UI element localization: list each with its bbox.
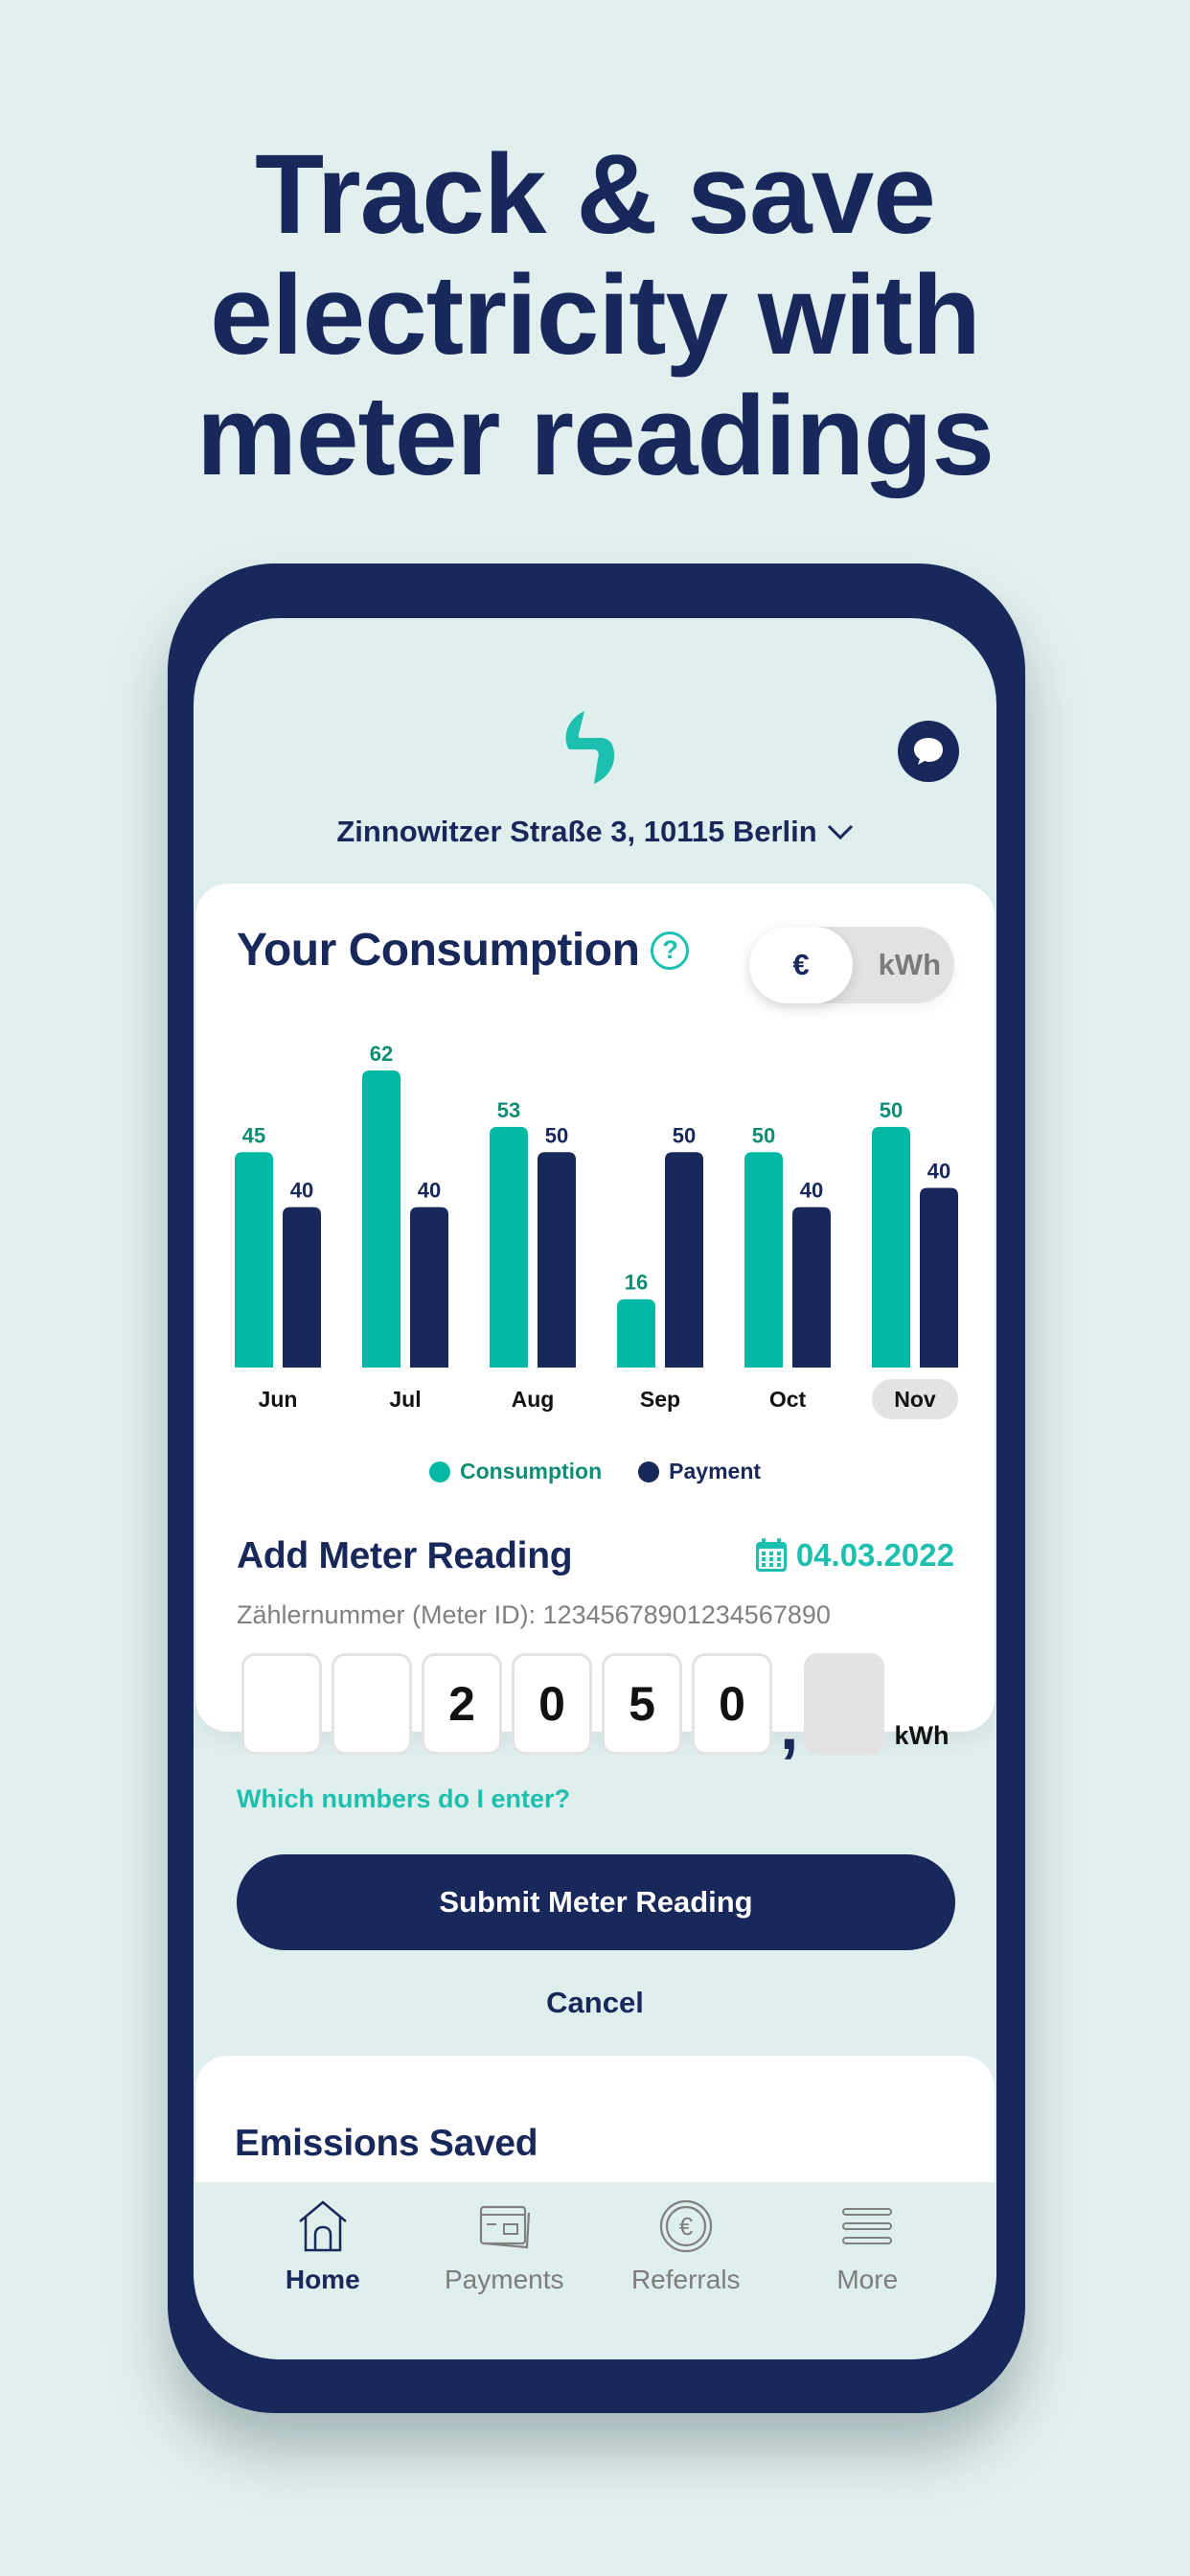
calendar-icon	[755, 1538, 787, 1572]
tab-referrals[interactable]: € Referrals	[605, 2182, 767, 2359]
legend-item-consumption: Consumption	[428, 1459, 603, 1484]
bar-consumption-oct	[744, 1152, 783, 1368]
submit-meter-reading-button[interactable]: Submit Meter Reading	[237, 1854, 955, 1950]
headline-line-1: Track & save	[255, 131, 936, 258]
euro-coin-icon: €	[659, 2197, 713, 2255]
bar-payment-aug	[538, 1152, 576, 1368]
meter-digit-inputs: 2 0 5 0 , kWh	[241, 1653, 950, 1763]
bar-payment-nov	[920, 1187, 958, 1368]
emissions-title: Emissions Saved	[235, 2123, 538, 2164]
digit-input-4[interactable]: 0	[512, 1653, 592, 1755]
toggle-option-euro[interactable]: €	[749, 927, 853, 1003]
headline: Track & save electricity with meter read…	[0, 134, 1190, 496]
address-selector[interactable]: Zinnowitzer Straße 3, 10115 Berlin	[194, 815, 996, 849]
digit-input-5[interactable]: 5	[602, 1653, 682, 1755]
menu-icon	[840, 2197, 894, 2255]
meter-reading-title: Add Meter Reading	[237, 1535, 573, 1576]
meter-date-picker[interactable]: 04.03.2022	[754, 1537, 954, 1574]
digit-input-1[interactable]	[241, 1653, 322, 1755]
toggle-option-kwh[interactable]: kWh	[879, 927, 941, 1003]
value-label-consumption-nov: 50	[880, 1098, 903, 1122]
decimal-digit-input[interactable]	[804, 1653, 885, 1755]
digit-input-6[interactable]: 0	[692, 1653, 772, 1755]
credit-card-icon	[477, 2197, 531, 2255]
bar-payment-jul	[410, 1207, 448, 1368]
tab-home[interactable]: Home	[241, 2182, 404, 2359]
legend-label-consumption: Consumption	[459, 1459, 603, 1484]
tab-payments[interactable]: Payments	[423, 2182, 585, 2359]
meter-id-label: Zählernummer (Meter ID): 123456789012345…	[237, 1600, 831, 1629]
tab-bar: Home Payments € Referrals More	[194, 2182, 996, 2359]
bar-payment-sep	[665, 1152, 703, 1368]
bar-consumption-jun	[235, 1152, 273, 1368]
value-label-payment-oct: 40	[800, 1179, 823, 1203]
chart-legend: Consumption Payment	[195, 1459, 995, 1484]
x-tick-aug[interactable]: Aug	[512, 1387, 555, 1412]
value-label-payment-nov: 40	[927, 1159, 950, 1183]
tab-more[interactable]: More	[786, 2182, 949, 2359]
value-label-payment-aug: 50	[545, 1123, 568, 1147]
x-tick-jun[interactable]: Jun	[259, 1387, 298, 1412]
value-label-payment-jul: 40	[418, 1179, 441, 1203]
value-label-payment-sep: 50	[673, 1123, 696, 1147]
svg-text:€: €	[679, 2212, 694, 2241]
currency-unit-toggle[interactable]: € kWh	[749, 927, 954, 1003]
legend-item-payment: Payment	[638, 1459, 761, 1484]
consumption-title-row: Your Consumption ?	[237, 924, 690, 977]
x-tick-jul[interactable]: Jul	[389, 1387, 421, 1412]
value-label-consumption-aug: 53	[497, 1098, 520, 1122]
value-label-consumption-jul: 62	[370, 1042, 393, 1066]
question-circle-icon[interactable]: ?	[651, 931, 690, 970]
bar-consumption-jul	[362, 1070, 400, 1368]
meter-date-value: 04.03.2022	[795, 1537, 954, 1573]
tab-referrals-label: Referrals	[630, 2265, 741, 2294]
phone-frame: Zinnowitzer Straße 3, 10115 Berlin Your …	[168, 564, 1025, 2413]
headline-line-2: electricity with	[210, 252, 981, 379]
bolt-logo-icon	[565, 711, 615, 784]
app-screen: Zinnowitzer Straße 3, 10115 Berlin Your …	[194, 618, 996, 2359]
chevron-down-icon	[827, 824, 853, 840]
value-label-consumption-jun: 45	[242, 1123, 265, 1147]
bar-consumption-nov	[872, 1126, 910, 1368]
tab-home-label: Home	[285, 2265, 360, 2294]
which-numbers-link[interactable]: Which numbers do I enter?	[237, 1784, 570, 1814]
legend-dot-consumption	[428, 1460, 450, 1483]
tab-more-label: More	[836, 2265, 899, 2294]
consumption-card: Your Consumption ? € kWh 45 40 Jun 62 40 Jul 5…	[195, 884, 995, 1950]
bar-consumption-aug	[490, 1126, 528, 1368]
digit-input-3[interactable]: 2	[422, 1653, 502, 1755]
legend-label-payment: Payment	[669, 1459, 762, 1484]
digit-input-2[interactable]	[332, 1653, 412, 1755]
x-tick-oct[interactable]: Oct	[769, 1387, 807, 1412]
tab-payments-label: Payments	[445, 2265, 564, 2294]
consumption-title: Your Consumption	[237, 925, 640, 976]
x-tick-sep[interactable]: Sep	[640, 1387, 680, 1412]
value-label-payment-jun: 40	[290, 1179, 313, 1203]
value-label-consumption-oct: 50	[752, 1123, 775, 1147]
bar-payment-oct	[792, 1207, 831, 1368]
bar-consumption-sep	[617, 1299, 655, 1368]
unit-label: kWh	[894, 1721, 950, 1750]
value-label-consumption-sep: 16	[625, 1271, 648, 1295]
home-icon	[296, 2197, 350, 2255]
legend-dot-payment	[638, 1460, 660, 1483]
cancel-button[interactable]: Cancel	[194, 1986, 996, 2020]
bar-payment-jun	[283, 1207, 321, 1368]
chat-bubble-icon	[914, 738, 943, 765]
decimal-separator: ,	[780, 1689, 799, 1763]
chat-button[interactable]	[898, 721, 959, 782]
headline-line-3: meter readings	[196, 373, 995, 499]
address-text: Zinnowitzer Straße 3, 10115 Berlin	[336, 815, 817, 848]
consumption-chart: 45 40 Jun 62 40 Jul 53 50 Aug 16 50 Sep 50 40 Oct 50 40 N…	[235, 1042, 958, 1419]
x-tick-nov[interactable]: Nov	[894, 1387, 936, 1412]
